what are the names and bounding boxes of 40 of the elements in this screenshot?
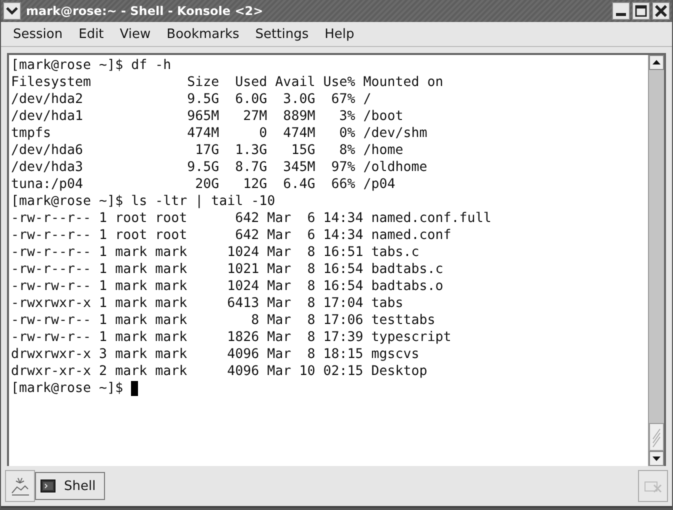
terminal-line: /dev/hda1 965M 27M 889M 3% /boot [11, 108, 404, 125]
terminal-line: drwxrwxr-x 3 mark mark 4096 Mar 8 18:15 mgscvs [11, 346, 420, 363]
scroll-down-icon[interactable] [649, 451, 664, 466]
scrollbar[interactable] [648, 55, 664, 466]
terminal-line: [mark@rose ~]$ df -h [11, 57, 172, 74]
terminal-line: Filesystem Size Used Avail Use% Mounted on [11, 74, 444, 91]
terminal-line: /dev/hda2 9.5G 6.0G 3.0G 67% / [11, 91, 372, 108]
new-session-button[interactable] [5, 470, 35, 502]
text-cursor [131, 381, 138, 396]
session-tab[interactable]: Shell [35, 472, 105, 500]
terminal-line: -rw-r--r-- 1 mark mark 1024 Mar 8 16:51 tabs.c [11, 244, 420, 261]
terminal-line: /dev/hda6 17G 1.3G 15G 8% /home [11, 142, 404, 159]
terminal-line: tuna:/p04 20G 12G 6.4G 66% /p04 [11, 176, 396, 193]
landscape-star-icon [9, 475, 31, 497]
menu-item[interactable]: Settings [247, 26, 317, 42]
window-menu-icon[interactable] [3, 2, 21, 20]
terminal-line: [mark@rose ~]$ ls -ltr | tail -10 [11, 193, 276, 210]
terminal-line: -rw-r--r-- 1 root root 642 Mar 6 14:34 named.conf [11, 227, 452, 244]
terminal-line: [mark@rose ~]$ [11, 380, 124, 397]
minimize-icon[interactable] [612, 2, 630, 20]
menu-item[interactable]: Edit [70, 26, 112, 42]
terminal-line: drwxr-xr-x 2 mark mark 4096 Mar 10 02:15 Desktop [11, 363, 428, 380]
terminal-line: tmpfs 474M 0 474M 0% /dev/shm [11, 125, 428, 142]
menu-item[interactable]: Bookmarks [158, 26, 248, 42]
close-icon[interactable] [652, 2, 670, 20]
terminal-line: -rw-r--r-- 1 mark mark 1021 Mar 8 16:54 badtabs.c [11, 261, 444, 278]
terminal-icon [40, 478, 56, 494]
scroll-thumb[interactable] [649, 423, 664, 451]
scroll-up-icon[interactable] [649, 55, 664, 70]
terminal-line: -rw-rw-r-- 1 mark mark 8 Mar 8 17:06 testtabs [11, 312, 436, 329]
menu-item[interactable]: Session [5, 26, 71, 42]
terminal-line: /dev/hda3 9.5G 8.7G 345M 97% /oldhome [11, 159, 428, 176]
terminal-line: -rw-r--r-- 1 root root 642 Mar 6 14:34 named.conf.full [11, 210, 492, 227]
window-title: mark@rose:~ - Shell - Konsole <2> [26, 4, 264, 18]
maximize-icon[interactable] [632, 2, 650, 20]
menu-item[interactable]: View [112, 26, 159, 42]
terminal-line: -rwxrwxr-x 1 mark mark 6413 Mar 8 17:04 tabs [11, 295, 404, 312]
menu-item[interactable]: Help [316, 26, 362, 42]
terminal-line: -rw-rw-r-- 1 mark mark 1826 Mar 8 17:39 typescript [11, 329, 452, 346]
terminal-line: -rw-rw-r-- 1 mark mark 1024 Mar 8 16:54 badtabs.o [11, 278, 444, 295]
